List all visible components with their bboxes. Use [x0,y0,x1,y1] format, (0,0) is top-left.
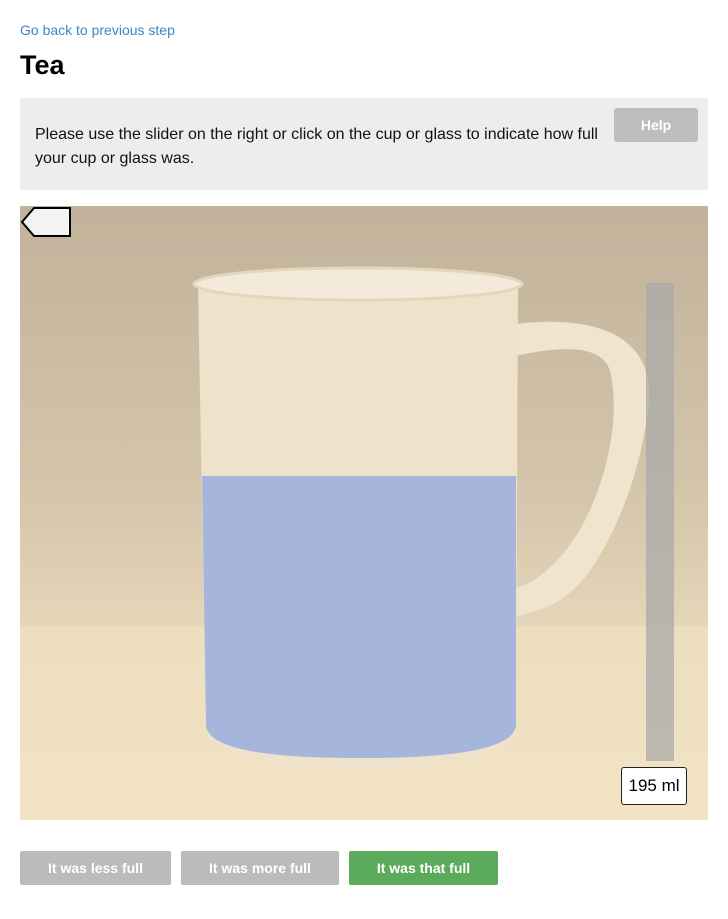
portion-image[interactable]: 195 ml [20,206,708,820]
volume-readout: 195 ml [621,767,687,805]
mug-handle [516,321,650,616]
mug-illustration[interactable] [20,206,708,820]
mug-rim [192,266,524,302]
instructions-text: Please use the slider on the right or cl… [35,126,598,167]
more-full-button[interactable]: It was more full [181,851,339,885]
fill-level-overlay [202,476,516,758]
page-title: Tea [20,50,65,80]
slider-handle-icon[interactable] [20,206,72,238]
that-full-button[interactable]: It was that full [349,851,498,885]
back-link[interactable]: Go back to previous step [20,22,175,38]
less-full-button[interactable]: It was less full [20,851,171,885]
instructions-panel: Please use the slider on the right or cl… [20,98,708,190]
fill-slider-track[interactable] [646,283,674,761]
help-button[interactable]: Help [614,108,698,142]
